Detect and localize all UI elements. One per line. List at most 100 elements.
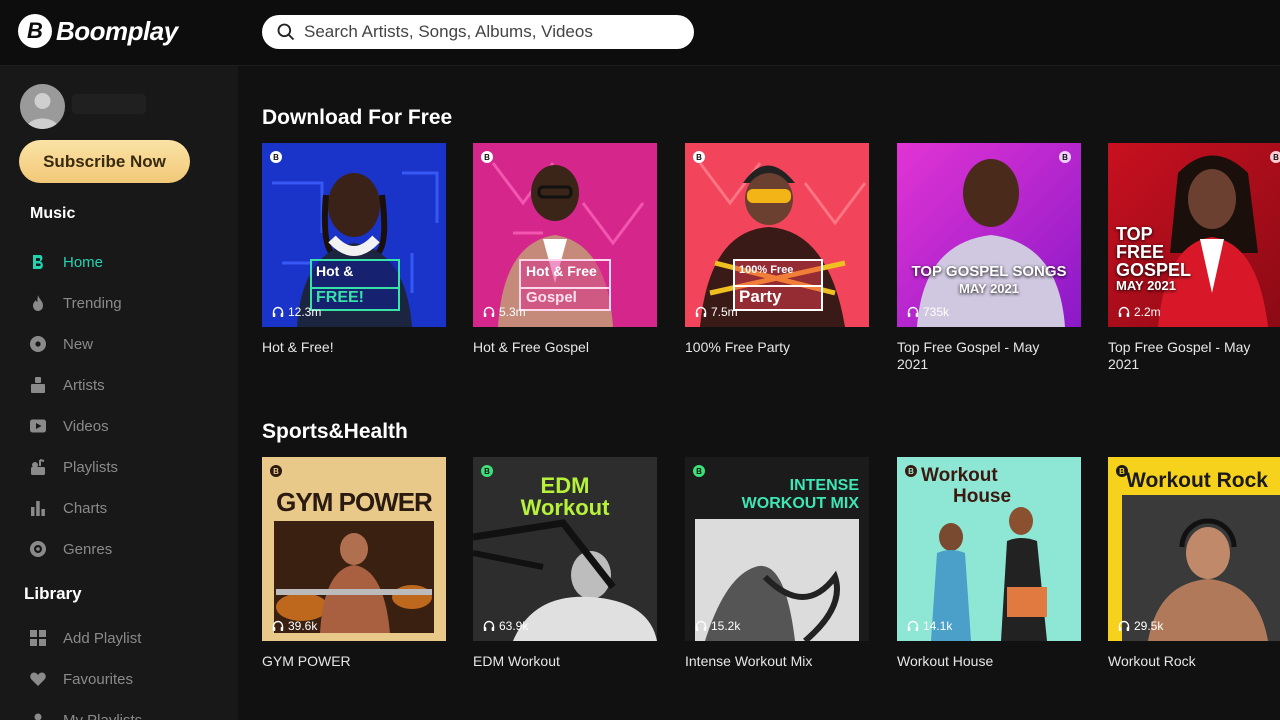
library-heading: Library: [24, 584, 82, 603]
playlist-card[interactable]: Hot & Free Gospel B 5.3m Hot & Free Gosp…: [473, 143, 657, 356]
bar-chart-icon: [28, 498, 48, 518]
sidebar-item-playlists[interactable]: Playlists: [28, 454, 118, 480]
playlist-card[interactable]: Hot & FREE! B 12.3m Hot & Free!: [262, 143, 446, 356]
sidebar-item-charts[interactable]: Charts: [28, 495, 107, 521]
playlist-cover[interactable]: 100% Free Party B 7.5m: [685, 143, 869, 327]
boomplay-badge-icon: B: [481, 151, 493, 163]
playlist-cover[interactable]: Workout House B 14.1k: [897, 457, 1081, 641]
sidebar-item-label: Home: [63, 253, 104, 271]
sidebar-item-label: Genres: [63, 540, 113, 558]
card-title[interactable]: Hot & Free Gospel: [473, 339, 648, 356]
playlist-card[interactable]: INTENSE WORKOUT MIX B 15.2k Intense Work…: [685, 457, 869, 670]
avatar[interactable]: [20, 84, 65, 129]
card-title[interactable]: Intense Workout Mix: [685, 653, 860, 670]
playlist-cover[interactable]: Workout Rock B 29.5k: [1108, 457, 1280, 641]
sidebar-item-genres[interactable]: Genres: [28, 536, 112, 562]
card-title[interactable]: Top Free Gospel - May 2021: [1108, 339, 1280, 373]
badge-line-2: FREE!: [312, 287, 398, 309]
card-title[interactable]: Hot & Free!: [262, 339, 437, 356]
cover-line: Workout: [520, 495, 610, 520]
sidebar-item-my-playlists[interactable]: My Playlists: [28, 707, 142, 720]
sidebar-item-trending[interactable]: Trending: [28, 290, 122, 316]
cover-artwork: [274, 521, 434, 633]
play-count: 14.1k: [907, 619, 952, 633]
boomplay-badge-icon: B: [481, 465, 493, 477]
card-title[interactable]: Workout Rock: [1108, 653, 1280, 670]
sidebar-item-label: Favourites: [63, 670, 134, 688]
search-icon: [277, 23, 295, 41]
playlist-cover[interactable]: EDM Workout B 63.9k: [473, 457, 657, 641]
disc-icon: [28, 334, 48, 354]
play-count-value: 5.3m: [499, 305, 526, 319]
card-title[interactable]: GYM POWER: [262, 653, 437, 670]
cover-title-block: INTENSE WORKOUT MIX: [742, 477, 859, 513]
playlist-cover[interactable]: Hot & FREE! B 12.3m: [262, 143, 446, 327]
card-title[interactable]: Top Free Gospel - May 2021: [897, 339, 1072, 373]
boomplay-logo[interactable]: B Boomplay: [18, 13, 178, 49]
playlist-cover[interactable]: TOP GOSPEL SONGS MAY 2021 B 735k: [897, 143, 1081, 327]
playlist-card[interactable]: TOP GOSPEL SONGS MAY 2021 B 735k Top Fre…: [897, 143, 1081, 373]
sidebar-item-label: Artists: [63, 376, 105, 394]
sidebar-item-label: New: [63, 335, 94, 353]
search-bar[interactable]: [262, 15, 694, 49]
cover-line: House: [953, 486, 1012, 507]
playlist-card[interactable]: 100% Free Party B 7.5m 100% Free Party: [685, 143, 869, 356]
playlist-cover[interactable]: TOP FREE GOSPEL MAY 2021 B 2.2m: [1108, 143, 1280, 327]
card-title[interactable]: Workout House: [897, 653, 1072, 670]
sidebar-item-artists[interactable]: Artists: [28, 372, 105, 398]
boomplay-badge-icon: B: [905, 465, 917, 477]
playlist-card[interactable]: Workout Rock B 29.5k Workout Rock: [1108, 457, 1280, 670]
playlist-cover[interactable]: Hot & Free Gospel B 5.3m: [473, 143, 657, 327]
sidebar-item-videos[interactable]: Videos: [28, 413, 109, 439]
sidebar-item-favourites[interactable]: Favourites: [28, 666, 133, 692]
sidebar-item-label: Add Playlist: [63, 629, 142, 647]
playlist-card[interactable]: EDM Workout B 63.9k EDM Workout: [473, 457, 657, 670]
cover-line: WORKOUT MIX: [741, 495, 859, 512]
sidebar: Subscribe Now Music Home Trending New Ar…: [0, 66, 238, 720]
sidebar-item-new[interactable]: New: [28, 331, 93, 357]
badge-line-1: Hot & Free: [526, 263, 597, 279]
cover-line: EDM: [540, 473, 590, 498]
play-count-value: 63.9k: [499, 619, 529, 633]
sidebar-item-add-playlist[interactable]: Add Playlist: [28, 625, 141, 651]
sidebar-item-label: Videos: [63, 417, 109, 435]
badge-line-2: Party: [735, 285, 821, 309]
headphones-icon: [483, 620, 495, 631]
cover-title-block: EDM Workout: [473, 475, 657, 519]
sidebar-item-label: My Playlists: [63, 711, 143, 720]
headphones-icon: [272, 306, 284, 317]
cover-badge: Hot & FREE!: [310, 259, 400, 311]
playlist-card[interactable]: Workout House B 14.1k Workout House: [897, 457, 1081, 670]
play-count-value: 29.5k: [1134, 619, 1164, 633]
main-content: Download For Free Hot & FREE! B 12.3m Ho…: [238, 66, 1280, 720]
music-heading: Music: [30, 205, 76, 222]
play-count: 2.2m: [1118, 305, 1161, 319]
username: [72, 94, 146, 114]
sidebar-item-label: Playlists: [63, 458, 119, 476]
headphones-icon: [483, 306, 495, 317]
top-bar: B Boomplay: [0, 0, 1280, 66]
cover-artwork: [917, 159, 1065, 327]
cover-badge: 100% Free Party: [733, 259, 823, 311]
search-input[interactable]: [304, 22, 684, 42]
subscribe-button[interactable]: Subscribe Now: [19, 140, 190, 183]
artist-icon: [28, 375, 48, 395]
sidebar-item-home[interactable]: Home: [28, 249, 103, 275]
cover-line: FREE: [1116, 242, 1165, 262]
sidebar-item-label: Trending: [63, 294, 122, 312]
headphones-icon: [1118, 620, 1130, 631]
card-title[interactable]: 100% Free Party: [685, 339, 860, 356]
play-count-value: 14.1k: [923, 619, 953, 633]
playlist-card[interactable]: TOP FREE GOSPEL MAY 2021 B 2.2m Top Free…: [1108, 143, 1280, 373]
cover-line: Workout: [921, 465, 998, 486]
playlist-cover[interactable]: GYM POWER B 39.6k: [262, 457, 446, 641]
card-title[interactable]: EDM Workout: [473, 653, 648, 670]
playlist-cover[interactable]: INTENSE WORKOUT MIX B 15.2k: [685, 457, 869, 641]
cover-badge: Hot & Free Gospel: [519, 259, 611, 311]
play-count-value: 12.3m: [288, 305, 322, 319]
playlist-card[interactable]: GYM POWER B 39.6k GYM POWER: [262, 457, 446, 670]
section-title: Download For Free: [262, 106, 453, 129]
playlist-icon: [28, 457, 48, 477]
logo-text: Boomplay: [56, 15, 178, 46]
boomplay-badge-icon: B: [1116, 465, 1128, 477]
